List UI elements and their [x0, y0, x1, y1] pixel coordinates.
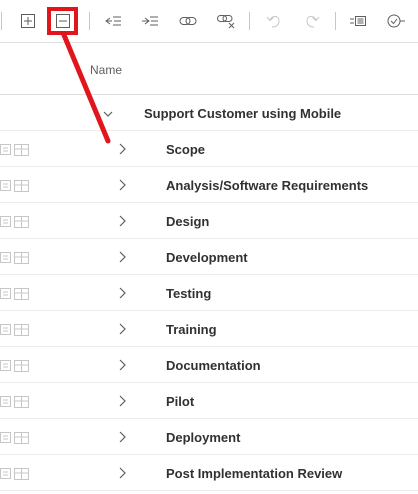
chevron-down-icon[interactable] — [102, 108, 114, 122]
task-name[interactable]: Documentation — [166, 358, 261, 373]
details-button[interactable] — [348, 11, 368, 31]
highlight-box — [47, 7, 78, 35]
chevron-right-icon[interactable] — [116, 250, 128, 264]
redo-icon — [306, 15, 320, 28]
chevron-right-icon[interactable] — [116, 178, 128, 192]
details-icon — [350, 16, 366, 26]
row-indicators — [0, 179, 32, 193]
name-column-header[interactable]: Name — [90, 63, 122, 77]
plus-square-icon — [21, 14, 35, 28]
chevron-right-icon[interactable] — [116, 394, 128, 408]
task-row[interactable]: Deployment — [0, 419, 418, 455]
outdent-icon — [105, 16, 121, 26]
chevron-right-icon[interactable] — [116, 214, 128, 228]
task-name[interactable]: Analysis/Software Requirements — [166, 178, 368, 193]
link-icon — [179, 17, 197, 25]
chevron-right-icon[interactable] — [116, 358, 128, 372]
indent-button[interactable] — [140, 11, 160, 31]
row-indicators — [0, 395, 32, 409]
chevron-right-icon[interactable] — [116, 466, 128, 480]
toolbar-separator — [1, 12, 2, 30]
row-indicators — [0, 323, 32, 337]
parent-task-name[interactable]: Support Customer using Mobile — [144, 106, 341, 121]
check-circle-icon — [387, 14, 405, 28]
task-row[interactable]: Training — [0, 311, 418, 347]
toolbar-separator — [249, 12, 250, 30]
undo-icon — [266, 15, 280, 28]
link-button[interactable] — [178, 11, 198, 31]
row-indicators — [0, 251, 32, 265]
task-row[interactable]: Development — [0, 239, 418, 275]
task-name[interactable]: Training — [166, 322, 217, 337]
redo-button[interactable] — [302, 11, 322, 31]
task-name[interactable]: Scope — [166, 142, 205, 157]
chevron-right-icon[interactable] — [116, 430, 128, 444]
task-row[interactable]: Design — [0, 203, 418, 239]
expand-all-button[interactable] — [18, 11, 38, 31]
task-row[interactable]: Documentation — [0, 347, 418, 383]
task-row[interactable]: Post Implementation Review — [0, 455, 418, 491]
task-name[interactable]: Development — [166, 250, 248, 265]
row-indicators — [0, 359, 32, 373]
toolbar — [0, 0, 418, 42]
assign-button[interactable] — [386, 11, 406, 31]
task-name[interactable]: Deployment — [166, 430, 240, 445]
toolbar-separator — [335, 12, 336, 30]
row-indicators — [0, 287, 32, 301]
task-row[interactable]: Testing — [0, 275, 418, 311]
row-indicators — [0, 431, 32, 445]
task-name[interactable]: Design — [166, 214, 209, 229]
unlink-button[interactable] — [216, 11, 236, 31]
task-name[interactable]: Pilot — [166, 394, 194, 409]
indent-icon — [142, 16, 158, 26]
row-indicators — [0, 143, 32, 157]
row-indicators — [0, 215, 32, 229]
unlink-icon — [217, 15, 235, 29]
task-row[interactable]: Analysis/Software Requirements — [0, 167, 418, 203]
outdent-button[interactable] — [103, 11, 123, 31]
task-row[interactable]: Pilot — [0, 383, 418, 419]
task-row[interactable]: Scope — [0, 131, 418, 167]
task-name[interactable]: Testing — [166, 286, 211, 301]
row-indicators — [0, 467, 32, 481]
undo-button[interactable] — [264, 11, 284, 31]
chevron-right-icon[interactable] — [116, 142, 128, 156]
chevron-right-icon[interactable] — [116, 322, 128, 336]
task-name[interactable]: Post Implementation Review — [166, 466, 342, 481]
chevron-right-icon[interactable] — [116, 286, 128, 300]
toolbar-separator — [89, 12, 90, 30]
task-row-parent[interactable]: Support Customer using Mobile — [0, 95, 418, 131]
column-header: Name — [0, 42, 418, 95]
